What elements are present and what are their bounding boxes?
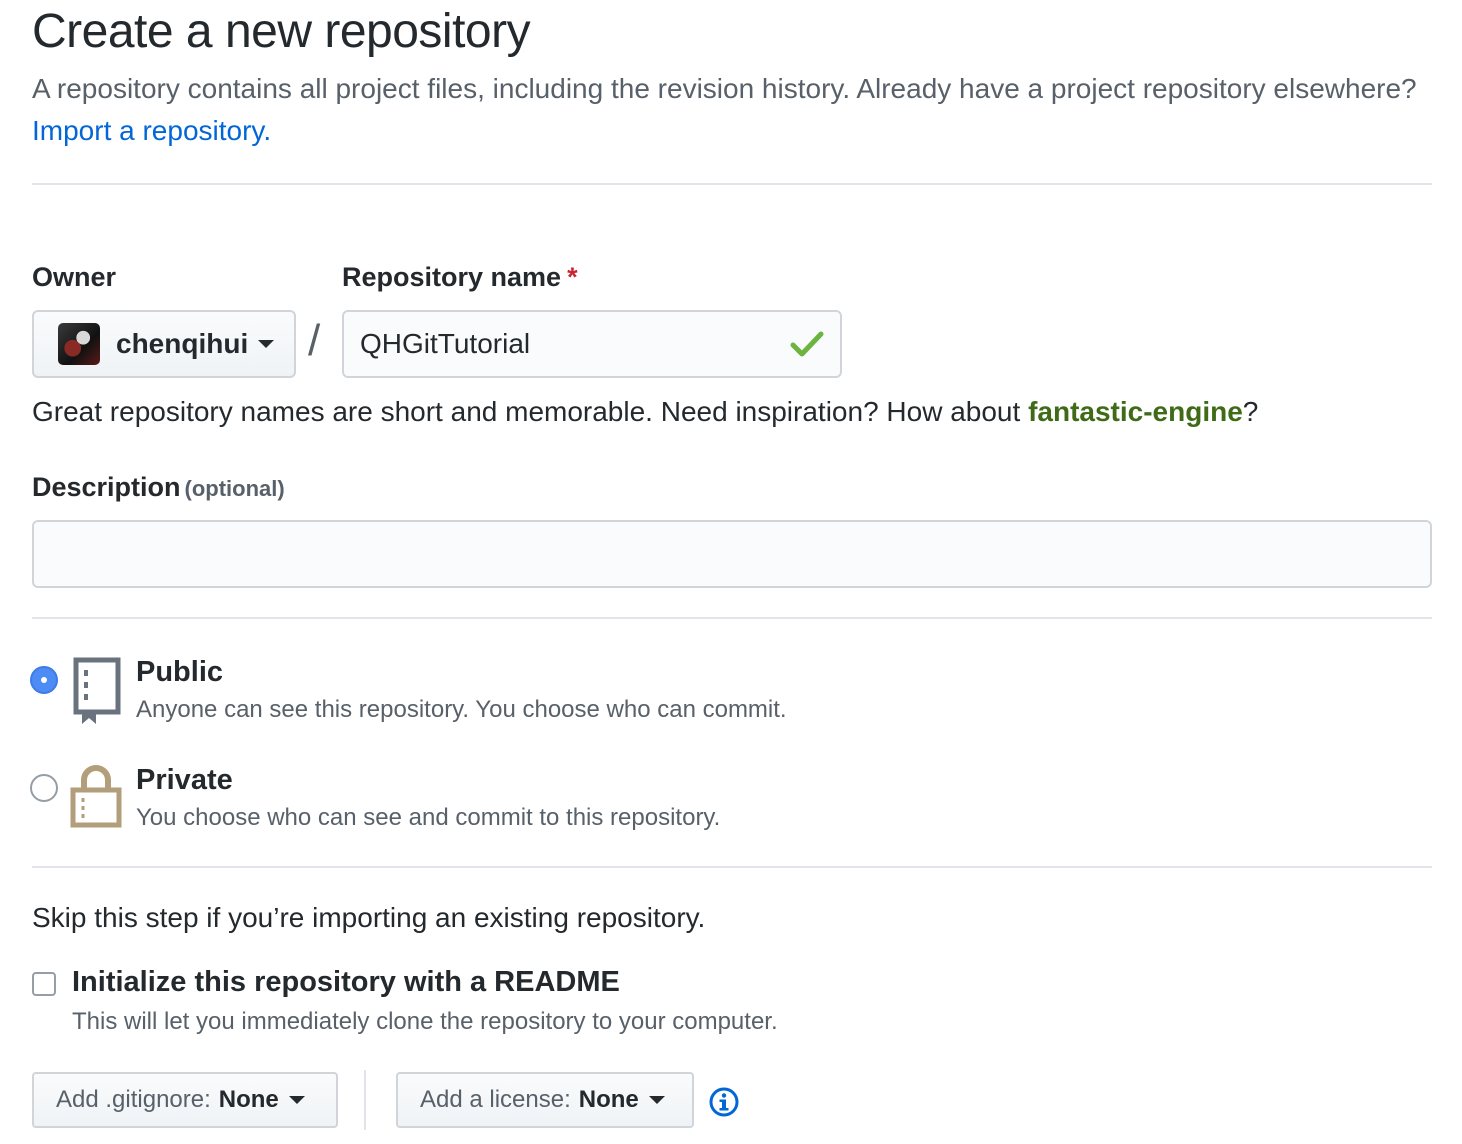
repo-name-label-text: Repository name [342,262,562,292]
lock-icon [70,765,122,828]
top-divider [32,183,1432,185]
repository-name-input[interactable]: QHGitTutorial [342,310,842,378]
check-icon [790,331,824,357]
public-radio[interactable] [30,666,58,694]
chevron-down-icon [288,1096,305,1104]
skip-note: Skip this step if you’re importing an ex… [32,902,706,933]
private-option-desc: You choose who can see and commit to thi… [136,804,721,831]
repository-name-value: QHGitTutorial [360,328,531,359]
license-select-button[interactable]: Add a license: None [396,1072,694,1128]
button-separator [364,1070,366,1130]
public-option-title: Public [136,656,224,688]
avatar [58,323,100,365]
intro-description: A repository contains all project files,… [32,73,1417,104]
import-repository-link[interactable]: Import a repository. [32,115,271,146]
help-prefix: Great repository names are short and mem… [32,396,1029,427]
optional-hint: (optional) [184,476,285,501]
owner-label: Owner [32,262,117,292]
repo-book-icon [73,657,121,724]
gitignore-label: Add .gitignore: [56,1086,211,1113]
repo-name-label: Repository name * [342,262,578,293]
middle-divider [32,617,1432,619]
gitignore-select-button[interactable]: Add .gitignore: None [32,1072,338,1128]
owner-name: chenqihui [116,328,249,359]
public-option-desc: Anyone can see this repository. You choo… [136,696,787,723]
bottom-divider [32,866,1432,868]
readme-label[interactable]: Initialize this repository with a README [72,966,620,999]
chevron-down-icon [648,1096,665,1104]
license-label: Add a license: [420,1086,571,1113]
info-icon[interactable] [708,1086,740,1118]
required-mark: * [567,262,578,292]
readme-checkbox[interactable] [32,972,56,996]
description-label: Description (optional) [32,472,285,503]
description-input[interactable] [32,520,1432,588]
readme-note: This will let you immediately clone the … [72,1008,778,1035]
page-title: Create a new repository [32,5,531,58]
gitignore-value: None [218,1086,279,1113]
description-label-text: Description [32,472,181,502]
chevron-down-icon [258,340,275,348]
intro-text: A repository contains all project files,… [32,68,1422,152]
owner-repo-separator: / [308,316,321,365]
private-radio[interactable] [30,774,58,802]
owner-select-button[interactable]: chenqihui [32,310,296,378]
help-suffix: ? [1242,396,1259,427]
private-option-title: Private [136,764,233,796]
new-repository-page: Create a new repository A repository con… [0,0,1462,1144]
repo-name-help: Great repository names are short and mem… [32,396,1258,428]
license-value: None [578,1086,639,1113]
name-suggestion-link[interactable]: fantastic-engine [1028,396,1243,427]
